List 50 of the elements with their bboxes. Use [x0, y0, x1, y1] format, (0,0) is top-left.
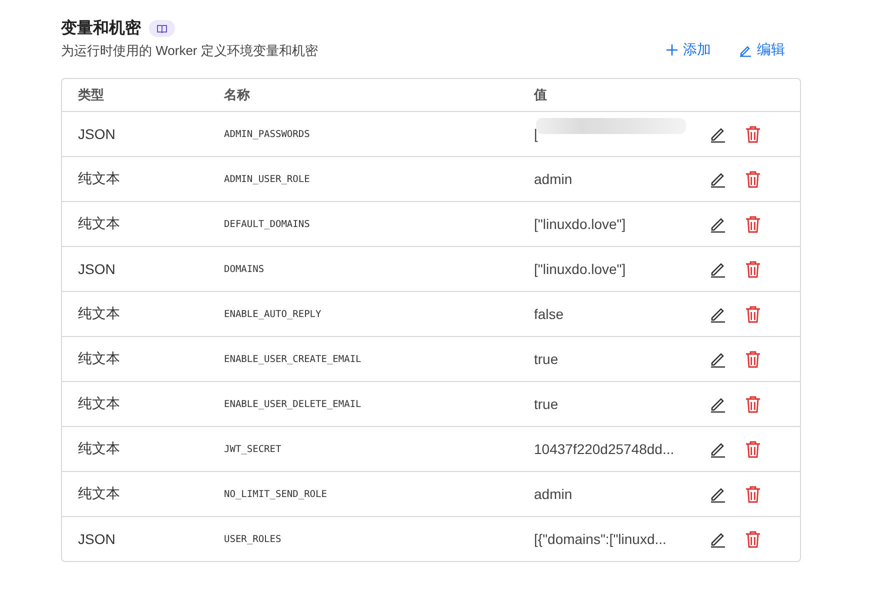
table-cell-text: DEFAULT_DOMAINS: [224, 218, 311, 230]
table-cell: true: [534, 396, 558, 412]
table-cell-text: 纯文本: [77, 215, 121, 233]
pencil-icon: [739, 44, 752, 56]
table-cell: 10437f220d25748dd...: [534, 441, 674, 457]
edit-button[interactable]: 编辑: [739, 41, 785, 59]
trash-icon[interactable]: [745, 260, 761, 278]
add-button[interactable]: 添加: [666, 41, 711, 59]
table-cell-text: DOMAINS: [224, 264, 266, 274]
book-icon[interactable]: [149, 20, 175, 37]
trash-icon[interactable]: [745, 305, 761, 323]
table-cell-text: 纯文本: [77, 440, 121, 458]
trash-icon[interactable]: [745, 215, 761, 233]
table-cell-text: ENABLE_USER_DELETE_EMAIL: [224, 398, 362, 410]
table-cell-text: JWT_SECRET: [224, 444, 282, 454]
table-cell-text: JSON: [77, 261, 116, 277]
column-header: 类型: [76, 86, 105, 104]
table-cell-text: JSON: [77, 126, 116, 142]
table-cell-text: 纯文本: [77, 350, 121, 368]
table-cell-text: USER_ROLES: [224, 534, 282, 544]
table-cell-text: ADMIN_PASSWORDS: [224, 128, 311, 140]
table-cell: true: [534, 351, 558, 367]
plus-icon: [666, 44, 678, 56]
table-cell-text: NO_LIMIT_SEND_ROLE: [224, 488, 328, 500]
trash-icon[interactable]: [745, 485, 761, 503]
column-header: 名称: [224, 86, 251, 104]
section-title: 变量和机密: [61, 18, 141, 39]
table-cell-text: 纯文本: [77, 305, 121, 323]
table-cell: admin: [534, 171, 572, 187]
trash-icon[interactable]: [745, 350, 761, 368]
table-cell-text: ENABLE_USER_CREATE_EMAIL: [224, 354, 362, 364]
trash-icon[interactable]: [745, 125, 761, 143]
table-cell-text: 纯文本: [77, 485, 121, 503]
table-cell-text: ADMIN_USER_ROLE: [224, 174, 311, 184]
table-cell: [{"domains":["linuxd...: [534, 531, 666, 547]
table-cell-text: JSON: [77, 531, 116, 547]
table-cell: ["linuxdo.love"]: [534, 216, 626, 232]
trash-icon[interactable]: [745, 170, 761, 188]
table-cell: ["linuxdo.love"]: [534, 261, 626, 277]
table-cell: false: [534, 306, 564, 322]
trash-icon[interactable]: [745, 530, 761, 548]
table-cell: [: [534, 126, 538, 142]
table-cell-text: 纯文本: [77, 170, 121, 188]
table-cell: admin: [534, 486, 572, 502]
column-header: 值: [534, 86, 548, 104]
table-cell-text: 纯文本: [77, 395, 121, 413]
trash-icon[interactable]: [745, 395, 761, 413]
table-cell-text: ENABLE_AUTO_REPLY: [224, 308, 322, 320]
trash-icon[interactable]: [745, 440, 761, 458]
section-description: 为运行时使用的 Worker 定义环境变量和机密: [61, 42, 318, 60]
